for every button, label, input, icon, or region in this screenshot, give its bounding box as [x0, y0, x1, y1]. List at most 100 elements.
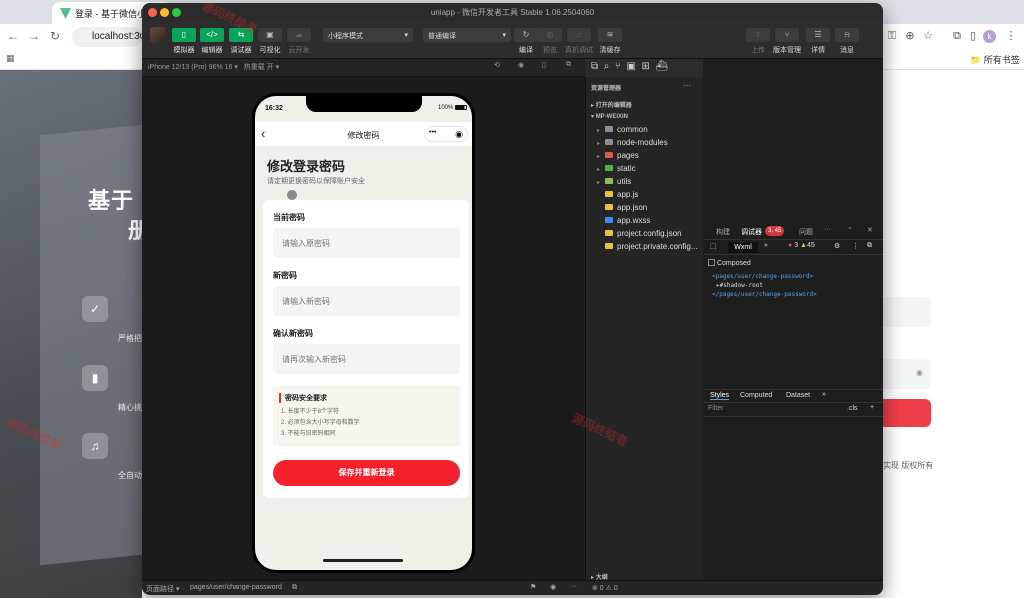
compile-button[interactable]: ↻: [514, 28, 538, 42]
kebab-icon[interactable]: ⋮: [852, 242, 859, 250]
files-icon[interactable]: ⧉: [591, 61, 598, 72]
mode-select[interactable]: 小程序模式 ▾: [323, 28, 413, 42]
file-tree-item[interactable]: ▸ pages: [597, 151, 639, 160]
copy-icon[interactable]: ⧉: [292, 584, 297, 592]
inspect-icon[interactable]: ⬚: [710, 242, 717, 250]
editor-button[interactable]: </>: [200, 28, 224, 42]
menu-kebab-icon[interactable]: ⋮: [1004, 29, 1018, 43]
tab-build[interactable]: 构建: [716, 227, 730, 237]
cls-toggle[interactable]: .cls: [847, 405, 858, 412]
popout-icon[interactable]: ⧉: [566, 61, 571, 69]
background-login-button[interactable]: [883, 399, 931, 427]
new-password-input[interactable]: [273, 286, 460, 316]
checkbox-box[interactable]: [708, 259, 715, 266]
background-username-field[interactable]: [883, 297, 931, 327]
file-tree-item[interactable]: ▸ static: [597, 164, 636, 173]
all-bookmarks[interactable]: 📁 所有书签: [970, 53, 1020, 66]
visual-button[interactable]: ▣: [258, 28, 282, 42]
file-tree-item[interactable]: project.config.json: [597, 229, 681, 238]
add-rule-icon[interactable]: +: [870, 404, 874, 411]
more-tabs-icon[interactable]: »: [822, 391, 826, 398]
composed-checkbox[interactable]: Composed: [708, 259, 751, 267]
file-icon: [605, 243, 613, 249]
device-select[interactable]: iPhone 12/13 (Pro) 96% 16 ▾: [148, 64, 238, 71]
file-tree-item[interactable]: app.wxss: [597, 216, 650, 225]
real-debug-button[interactable]: ⌂: [567, 28, 591, 42]
clear-cache-button[interactable]: ≋: [598, 28, 622, 42]
simulator-button[interactable]: ▯: [172, 28, 196, 42]
tab-problems[interactable]: 问题: [799, 227, 813, 237]
sidepanel-icon[interactable]: ▯: [966, 29, 980, 43]
hotreload-select[interactable]: 热重载 开 ▾: [244, 64, 279, 71]
file-tree-item[interactable]: app.js: [597, 190, 638, 199]
collapse-icon[interactable]: ⌃: [847, 226, 853, 234]
messages-button[interactable]: ⍾: [835, 28, 859, 42]
search-icon[interactable]: ⌕: [604, 61, 610, 72]
key-icon[interactable]: ⚿: [885, 29, 899, 43]
file-tree-item[interactable]: app.json: [597, 203, 647, 212]
wxml-node-open[interactable]: <pages/user/change-password>: [712, 273, 813, 280]
current-password-input[interactable]: [273, 228, 460, 258]
debug-icon[interactable]: ▣: [626, 61, 635, 72]
file-tree-item[interactable]: project.private.config...: [597, 242, 697, 251]
phone-icon[interactable]: ▯: [542, 61, 546, 69]
zoom-icon[interactable]: ⊕: [903, 29, 917, 43]
extensions-icon[interactable]: ⧉: [950, 29, 964, 43]
tab-styles[interactable]: Styles: [710, 392, 730, 400]
profile-avatar[interactable]: k: [983, 30, 996, 43]
battery-indicator: 100%: [438, 105, 468, 111]
page-path-label[interactable]: 页面路径 ▾: [146, 584, 179, 594]
back-icon[interactable]: ←: [6, 29, 20, 43]
tab-wxml[interactable]: Wxml: [728, 242, 758, 253]
menu-capsule[interactable]: ••• ◉: [424, 126, 468, 142]
extensions-icon[interactable]: ⊞: [641, 61, 649, 72]
file-tree-label: static: [617, 164, 636, 173]
background-password-field[interactable]: ◉: [883, 359, 931, 389]
container-icon[interactable]: ⛴: [655, 61, 668, 72]
preview-button[interactable]: ◎: [538, 28, 562, 42]
user-avatar[interactable]: [150, 27, 166, 43]
more-icon[interactable]: ···: [570, 583, 577, 590]
url-bar[interactable]: localhost:30: [72, 27, 142, 47]
save-and-relogin-button[interactable]: 保存并重新登录: [273, 460, 460, 486]
open-editors-section[interactable]: ▸ 打开的编辑器: [591, 100, 632, 109]
more-tabs-icon[interactable]: »: [764, 242, 768, 249]
details-button[interactable]: ☰: [806, 28, 830, 42]
chevron-right-icon: ▸: [597, 154, 601, 160]
settings-gear-icon[interactable]: ⚙: [834, 242, 840, 250]
dock-icon[interactable]: ⧉: [867, 242, 872, 250]
cloud-button[interactable]: ☁: [287, 28, 311, 42]
file-tree-item[interactable]: ▸ node-modules: [597, 138, 668, 147]
git-icon[interactable]: ⑂: [615, 61, 621, 72]
rotate-icon[interactable]: ⟲: [494, 61, 500, 69]
eye-icon[interactable]: ◉: [550, 583, 556, 591]
file-tree-item[interactable]: ▸ utils: [597, 177, 631, 186]
compile-mode-select[interactable]: 普通编译 ▾: [423, 28, 511, 42]
version-button[interactable]: ⑂: [775, 28, 799, 42]
confirm-password-input[interactable]: [273, 344, 460, 374]
star-icon[interactable]: ☆: [921, 29, 935, 43]
reload-icon[interactable]: ↻: [48, 29, 62, 43]
problems-counter[interactable]: ⊗ 0 ⚠ 0: [592, 584, 618, 592]
forward-icon[interactable]: →: [27, 29, 41, 43]
more-icon[interactable]: ···: [683, 81, 691, 90]
upload-button[interactable]: ⇧: [746, 28, 770, 42]
tab-computed[interactable]: Computed: [740, 392, 772, 399]
tab-debugger[interactable]: 调试器: [741, 227, 762, 237]
file-tree-item[interactable]: ▸ common: [597, 125, 648, 134]
more-dots-icon[interactable]: •••: [429, 129, 436, 136]
filter-input[interactable]: Filter: [708, 405, 724, 412]
shadow-root-node[interactable]: ▸#shadow-root: [716, 282, 763, 289]
close-icon[interactable]: ✕: [867, 226, 873, 234]
apps-grid-icon[interactable]: ▦: [6, 53, 15, 64]
tab-dataset[interactable]: Dataset: [786, 392, 810, 399]
password-requirements: 密码安全要求 1. 长度不少于8个字符 2. 必须包含大小写字母和数字 3. 不…: [273, 386, 460, 446]
wxml-node-close[interactable]: </pages/user/change-password>: [712, 291, 817, 298]
close-capsule-icon[interactable]: ◉: [455, 129, 463, 139]
record-icon[interactable]: ◉: [518, 61, 524, 69]
project-section[interactable]: ▾ MP-WEIXIN: [591, 113, 628, 120]
more-icon[interactable]: ···: [824, 226, 831, 233]
error-indicator[interactable]: ● 3 ▲45: [788, 242, 815, 249]
eye-icon[interactable]: ◉: [916, 368, 923, 377]
bug-icon[interactable]: ⚑: [530, 583, 536, 591]
